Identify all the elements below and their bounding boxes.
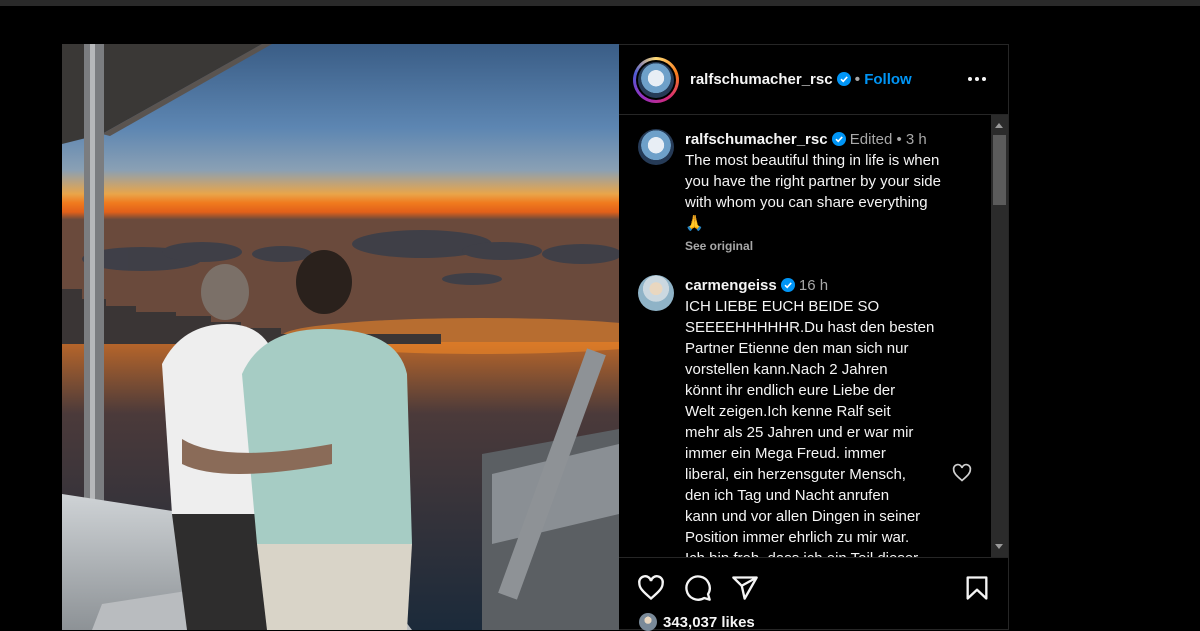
caption-username[interactable]: ralfschumacher_rsc <box>685 131 828 148</box>
comments-scrollbar[interactable] <box>991 115 1008 557</box>
author-username[interactable]: ralfschumacher_rsc • Follow <box>690 71 912 88</box>
verified-badge-icon <box>831 132 846 146</box>
bookmark-icon[interactable] <box>963 574 991 602</box>
author-avatar-ring[interactable] <box>633 57 679 103</box>
liker-avatar[interactable] <box>639 613 657 631</box>
comment-line: Ich bin froh, dass ich ein Teil dieser <box>685 548 955 557</box>
comment-avatar[interactable] <box>638 275 674 311</box>
comment-username[interactable]: carmengeiss <box>685 277 777 294</box>
see-original-link[interactable]: See original <box>685 236 955 257</box>
comment-line: Partner Etienne den man sich nur <box>685 340 909 357</box>
caption-edited: Edited <box>849 131 893 148</box>
comment-line: kann und vor allen Dingen in seiner <box>685 508 921 525</box>
post-image[interactable] <box>62 44 619 630</box>
comment-line: könnt ihr endlich eure Liebe der <box>685 382 896 399</box>
comment: carmengeiss 16 h ICH LIEBE EUCH BEIDE SO… <box>685 275 955 557</box>
comment-time[interactable]: 16 h <box>799 277 828 294</box>
comments-list[interactable]: ralfschumacher_rsc Edited • 3 h The most… <box>619 115 991 557</box>
caption-dot: • <box>896 131 902 148</box>
scroll-down-arrow-icon[interactable] <box>995 544 1003 549</box>
scrollbar-thumb[interactable] <box>993 135 1006 205</box>
verified-badge-icon <box>780 278 795 292</box>
header-separator: • <box>854 71 861 88</box>
heart-icon[interactable] <box>637 574 665 602</box>
browser-top-bar <box>0 0 1200 6</box>
caption-avatar[interactable] <box>638 129 674 165</box>
comment-line: den ich Tag und Nacht anrufen <box>685 487 890 504</box>
likes-count[interactable]: 343,037 likes <box>639 613 755 631</box>
scroll-up-arrow-icon[interactable] <box>995 123 1003 128</box>
comment-line: Position immer ehrlich zu mir war. <box>685 529 910 546</box>
caption-time[interactable]: 3 h <box>906 131 927 148</box>
more-options-icon[interactable] <box>965 67 989 91</box>
verified-badge-icon <box>836 72 851 86</box>
comment-icon[interactable] <box>684 574 712 602</box>
comment-line: ICH LIEBE EUCH BEIDE SO <box>685 298 880 315</box>
post-header: ralfschumacher_rsc • Follow <box>619 45 1008 115</box>
caption-line: 🙏 <box>685 215 704 232</box>
post-actions-bar: 343,037 likes <box>619 557 1008 631</box>
sunset-boat-photo <box>62 44 619 630</box>
comment-line: liberal, ein herzensguter Mensch, <box>685 466 906 483</box>
comment-line: vorstellen kann.Nach 2 Jahren <box>685 361 888 378</box>
caption-line: The most beautiful thing in life is when <box>685 152 940 169</box>
share-icon[interactable] <box>731 574 759 602</box>
comment-line: mehr als 25 Jahren und er war mir <box>685 424 914 441</box>
caption-line: you have the right partner by your side <box>685 173 941 190</box>
comment-like-heart-icon[interactable] <box>952 463 972 483</box>
comment-line: immer ein Mega Freud. immer <box>685 445 886 462</box>
caption-line: with whom you can share everything <box>685 194 928 211</box>
comment-line: Welt zeigen.Ich kenne Ralf seit <box>685 403 891 420</box>
caption: ralfschumacher_rsc Edited • 3 h The most… <box>685 129 955 257</box>
comment-line: SEEEEHHHHHR.Du hast den besten <box>685 319 935 336</box>
author-avatar[interactable] <box>638 62 674 98</box>
post-side-panel: ralfschumacher_rsc • Follow ralfschumach… <box>619 44 1009 631</box>
follow-button[interactable]: Follow <box>864 71 912 88</box>
